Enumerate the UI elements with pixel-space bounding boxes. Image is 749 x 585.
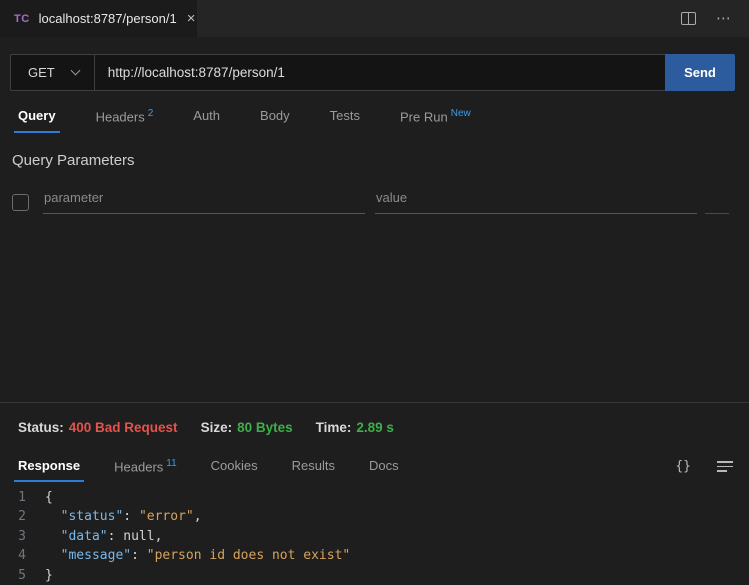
thunder-client-window: TC localhost:8787/person/1 × ⋯ GET Send … [0,0,749,585]
line-number: 5 [0,566,26,585]
json-token: "message" [45,548,131,563]
line-number: 2 [0,507,26,526]
time-value: 2.89 s [356,420,394,435]
parameter-input[interactable] [43,190,365,214]
size-value: 80 Bytes [237,420,293,435]
code-line: 4 "message": "person id does not exist" [0,546,749,565]
tab-docs[interactable]: Docs [365,450,403,482]
line-number: 3 [0,527,26,546]
chevron-down-icon [70,66,80,76]
tab-results[interactable]: Results [288,450,339,482]
query-parameters-heading: Query Parameters [12,152,735,169]
split-editor-icon[interactable] [681,12,696,25]
tab-title: localhost:8787/person/1 [39,11,177,26]
response-headers-count-badge: 11 [166,458,176,469]
query-parameter-row [10,190,735,214]
send-button[interactable]: Send [665,54,735,91]
tab-query[interactable]: Query [14,100,60,133]
tabbar-actions: ⋯ [681,0,749,37]
new-badge: New [451,108,471,119]
headers-count-badge: 2 [148,108,154,119]
json-token: "error" [139,509,194,524]
code-line: 1 { [0,488,749,507]
method-label: GET [28,65,55,80]
code-line: 5 } [0,566,749,585]
line-wrap-icon[interactable] [717,461,733,472]
response-section: Status:400 Bad Request Size:80 Bytes Tim… [0,402,749,585]
tab-response[interactable]: Response [14,450,84,482]
tab-headers[interactable]: Headers2 [92,100,158,133]
thunder-client-icon: TC [14,13,30,25]
editor-tab-request[interactable]: TC localhost:8787/person/1 × [0,0,197,37]
status-indicator: Status:400 Bad Request [18,420,178,435]
response-tabs: Response Headers11 Cookies Results Docs … [0,448,749,483]
json-token: } [45,568,53,583]
time-indicator: Time:2.89 s [316,420,394,435]
request-section: GET Send Query Headers2 Auth Body Tests … [0,37,749,214]
json-token: : [108,529,124,544]
response-body-editor[interactable]: 1 { 2 "status": "error", 3 "data": null,… [0,483,749,585]
response-meta-row: Status:400 Bad Request Size:80 Bytes Tim… [0,403,749,448]
code-line: 2 "status": "error", [0,507,749,526]
url-group: GET [10,54,665,91]
more-actions-icon[interactable]: ⋯ [716,16,733,22]
json-token: "person id does not exist" [147,548,351,563]
method-dropdown[interactable]: GET [11,55,95,90]
tab-pre-run[interactable]: Pre RunNew [396,100,475,133]
size-indicator: Size:80 Bytes [201,420,293,435]
response-tab-icons: {} [675,459,733,474]
code-line: 3 "data": null, [0,527,749,546]
json-token: , [155,529,163,544]
line-number: 4 [0,546,26,565]
tab-cookies[interactable]: Cookies [207,450,262,482]
empty-area [0,214,749,401]
json-token: , [194,509,202,524]
json-token: "data" [45,529,108,544]
tab-tests[interactable]: Tests [326,100,364,133]
request-bar: GET Send [10,54,735,91]
json-token: "status" [45,509,123,524]
editor-tabbar: TC localhost:8787/person/1 × ⋯ [0,0,749,37]
tab-body[interactable]: Body [256,100,294,133]
url-input[interactable] [95,55,665,90]
json-token: : [131,548,147,563]
close-icon[interactable]: × [187,11,196,26]
request-tabs: Query Headers2 Auth Body Tests Pre RunNe… [10,100,735,133]
format-json-icon[interactable]: {} [675,459,691,474]
line-number: 1 [0,488,26,507]
tab-auth[interactable]: Auth [189,100,224,133]
json-token: null [123,529,154,544]
tab-response-headers[interactable]: Headers11 [110,450,181,483]
status-value: 400 Bad Request [69,420,178,435]
json-token: : [123,509,139,524]
value-input[interactable] [375,190,697,214]
param-enable-checkbox[interactable] [12,194,29,211]
json-token: { [45,490,53,505]
